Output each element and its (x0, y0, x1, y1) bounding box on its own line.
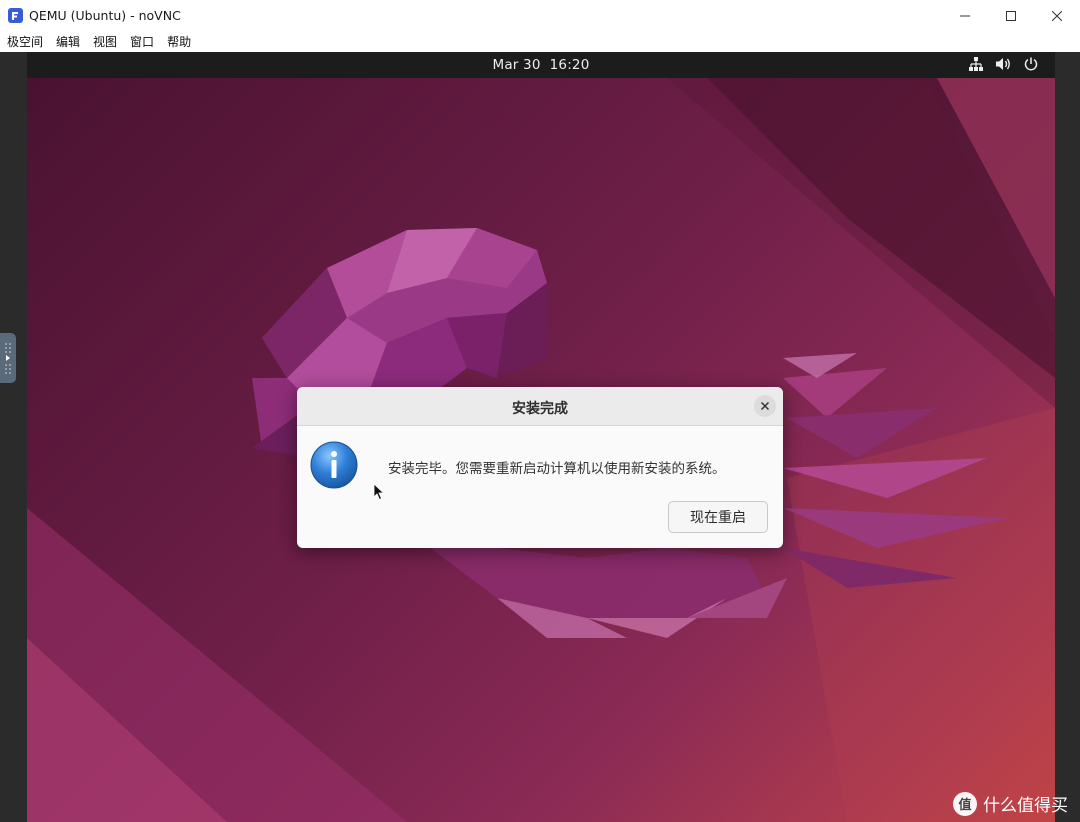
minimize-button[interactable] (942, 0, 988, 31)
watermark: 值 什么值得买 (953, 791, 1068, 816)
ubuntu-top-bar: Mar 30 16:20 (27, 52, 1055, 78)
menu-item-view[interactable]: 视图 (86, 33, 123, 50)
dialog-message: 安装完毕。您需要重新启动计算机以使用新安装的系统。 (388, 461, 726, 477)
clock[interactable]: Mar 30 16:20 (27, 57, 1055, 73)
minimize-icon (960, 15, 970, 16)
menu-item-help[interactable]: 帮助 (160, 33, 197, 50)
window-titlebar: QEMU (Ubuntu) - noVNC (0, 0, 1080, 32)
watermark-logo: 值 (953, 791, 977, 816)
window-title: QEMU (Ubuntu) - noVNC (29, 8, 181, 23)
dialog-header: 安装完成 (297, 387, 783, 426)
power-icon[interactable] (1023, 56, 1039, 72)
watermark-text: 什么值得买 (983, 796, 1068, 816)
expand-arrow-icon (5, 343, 11, 374)
info-icon (310, 441, 358, 489)
maximize-button[interactable] (988, 0, 1034, 31)
close-icon (1052, 10, 1062, 21)
close-window-button[interactable] (1034, 0, 1080, 31)
watermark-logo-char: 值 (958, 798, 972, 813)
network-icon[interactable] (968, 56, 984, 72)
maximize-icon (1006, 10, 1016, 21)
dialog-close-button[interactable] (754, 395, 776, 417)
menu-item-edit[interactable]: 编辑 (49, 33, 86, 50)
system-tray[interactable] (968, 56, 1039, 72)
menu-item-window[interactable]: 窗口 (123, 33, 160, 50)
window-controls (942, 0, 1080, 31)
close-icon (761, 402, 769, 410)
mouse-cursor-icon (373, 483, 385, 501)
dialog-title: 安装完成 (512, 401, 568, 417)
clock-time: 16:20 (549, 57, 590, 73)
install-complete-dialog: 安装完成 安装完毕。您需要重新启动计算机以使用新安装的系统。 现在重启 (297, 387, 783, 548)
volume-icon[interactable] (995, 56, 1012, 72)
clock-date: Mar 30 (492, 57, 541, 73)
menubar: 极空间 编辑 视图 窗口 帮助 (0, 31, 1080, 52)
novnc-app-icon (8, 8, 23, 23)
novnc-control-bar-handle[interactable] (0, 333, 16, 383)
menu-item-zspace[interactable]: 极空间 (0, 33, 49, 50)
restart-now-button[interactable]: 现在重启 (668, 501, 768, 533)
